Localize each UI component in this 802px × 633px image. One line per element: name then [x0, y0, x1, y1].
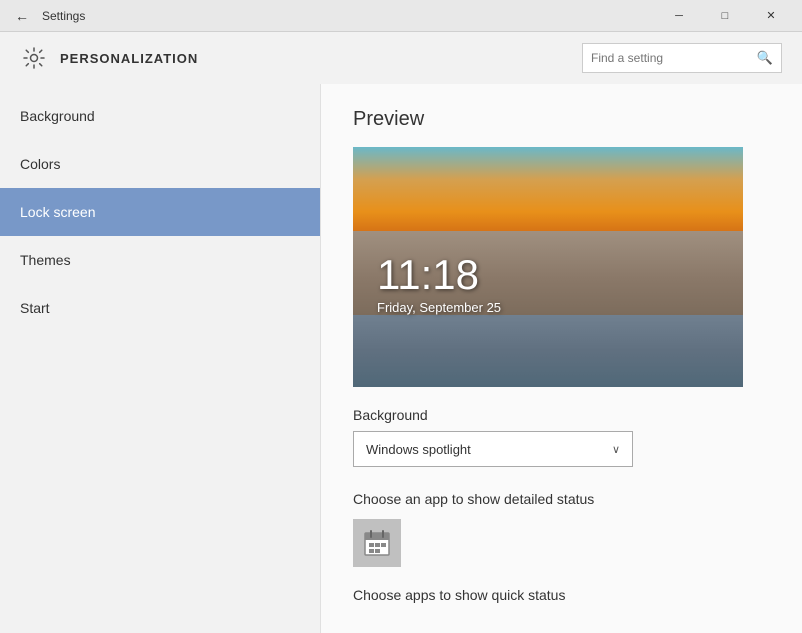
- preview-image: 11:18 Friday, September 25: [353, 147, 743, 387]
- background-section: Background Windows spotlight ∨: [353, 407, 770, 467]
- quick-status-section: Choose apps to show quick status: [353, 587, 770, 603]
- preview-water: [353, 315, 743, 387]
- header-bar: PERSONALIZATION 🔍: [0, 32, 802, 84]
- minimize-button[interactable]: ─: [656, 0, 702, 32]
- dropdown-value: Windows spotlight: [366, 442, 612, 457]
- sidebar-item-themes[interactable]: Themes: [0, 236, 320, 284]
- sidebar-item-colors[interactable]: Colors: [0, 140, 320, 188]
- detailed-status-section: Choose an app to show detailed status: [353, 491, 770, 567]
- sidebar: Background Colors Lock screen Themes Sta…: [0, 84, 320, 633]
- title-bar: ← Settings ─ □ ✕: [0, 0, 802, 32]
- preview-clock: 11:18 Friday, September 25: [377, 254, 501, 315]
- gear-icon: [20, 44, 48, 72]
- quick-status-title: Choose apps to show quick status: [353, 587, 770, 603]
- calendar-icon: [363, 529, 391, 557]
- preview-time: 11:18: [377, 254, 501, 296]
- background-label: Background: [353, 407, 770, 423]
- page-title: PERSONALIZATION: [60, 51, 582, 66]
- window-controls: ─ □ ✕: [656, 0, 794, 32]
- search-input[interactable]: [591, 51, 757, 65]
- maximize-button[interactable]: □: [702, 0, 748, 32]
- sidebar-item-lock-screen[interactable]: Lock screen: [0, 188, 320, 236]
- window-title: Settings: [36, 9, 656, 23]
- preview-title: Preview: [353, 108, 770, 131]
- detailed-status-title: Choose an app to show detailed status: [353, 491, 770, 507]
- sidebar-item-start[interactable]: Start: [0, 284, 320, 332]
- chevron-down-icon: ∨: [612, 443, 620, 456]
- right-panel: Preview 11:18 Friday, September 25 Backg…: [320, 84, 802, 633]
- search-box[interactable]: 🔍: [582, 43, 782, 73]
- background-dropdown[interactable]: Windows spotlight ∨: [353, 431, 633, 467]
- calendar-app-icon[interactable]: [353, 519, 401, 567]
- preview-date: Friday, September 25: [377, 300, 501, 315]
- search-icon: 🔍: [757, 50, 773, 66]
- back-button[interactable]: ←: [8, 2, 36, 30]
- close-button[interactable]: ✕: [748, 0, 794, 32]
- sidebar-item-background[interactable]: Background: [0, 92, 320, 140]
- main-content: Background Colors Lock screen Themes Sta…: [0, 84, 802, 633]
